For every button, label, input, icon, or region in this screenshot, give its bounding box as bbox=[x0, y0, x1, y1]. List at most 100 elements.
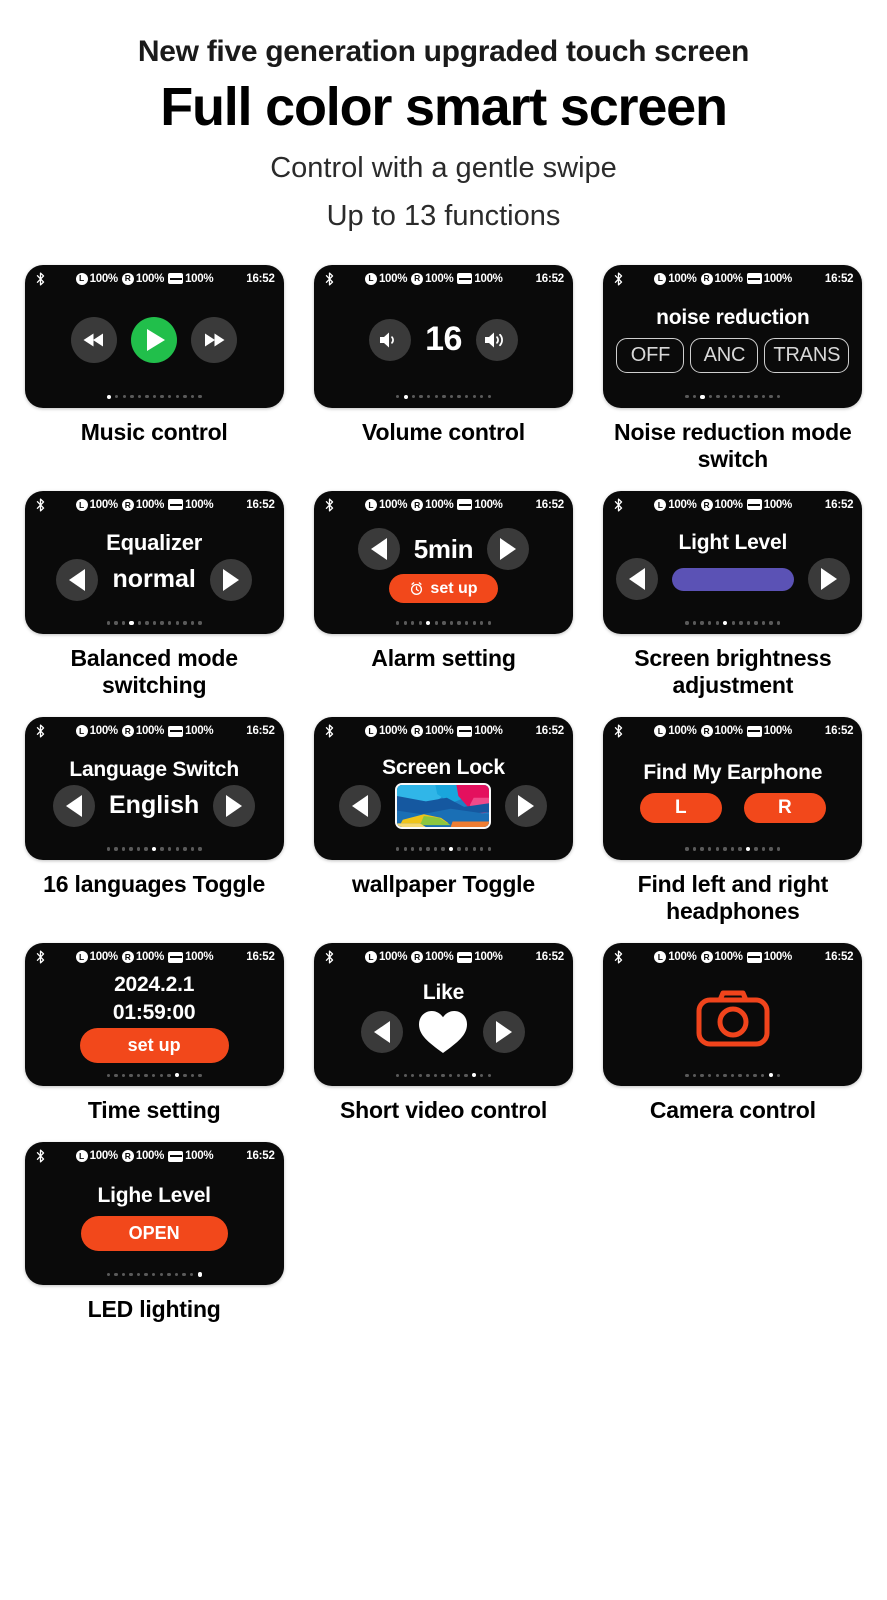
noise-mode-anc-button[interactable]: ANC bbox=[690, 338, 759, 374]
noise-mode-trans-button[interactable]: TRANS bbox=[764, 338, 850, 374]
device-screen-alarm-setting[interactable]: L 100% R 100% 100% 16:52 5min set up bbox=[313, 490, 573, 634]
wallpaper-next-button[interactable] bbox=[505, 784, 548, 827]
page-dot bbox=[723, 1073, 727, 1078]
right-earbud-badge: R bbox=[121, 725, 134, 738]
right-earbud-percent: 100% bbox=[135, 1150, 165, 1163]
volume-down-icon bbox=[380, 332, 395, 348]
camera-icon[interactable] bbox=[695, 986, 771, 1050]
fast-forward-button[interactable] bbox=[191, 316, 238, 363]
right-earbud-percent: 100% bbox=[425, 498, 454, 511]
short-video-prev-button[interactable] bbox=[361, 1010, 404, 1053]
left-earbud-percent: 100% bbox=[668, 272, 697, 285]
page-dot bbox=[434, 621, 438, 625]
page-dot bbox=[769, 621, 773, 625]
right-earbud-percent: 100% bbox=[425, 725, 454, 738]
rewind-button[interactable] bbox=[71, 316, 118, 363]
device-screen-short-video[interactable]: L 100% R 100% 100% 16:52 Like bbox=[313, 943, 573, 1087]
battery-icon bbox=[457, 273, 473, 285]
card-caption: LED lighting bbox=[87, 1296, 221, 1323]
screen-body: 5min set up bbox=[314, 512, 573, 620]
left-earbud-badge: L bbox=[364, 725, 377, 738]
heart-icon[interactable] bbox=[417, 1008, 469, 1056]
page-dot bbox=[129, 620, 134, 625]
screen-body: Find My Earphone L R bbox=[603, 738, 862, 846]
page-dot bbox=[708, 1073, 712, 1078]
equalizer-prev-button[interactable] bbox=[56, 558, 99, 601]
page-dot bbox=[700, 621, 704, 625]
case-battery-percent: 100% bbox=[185, 725, 214, 738]
device-screen-equalizer[interactable]: L 100% R 100% 100% 16:52 Equalizer norma… bbox=[24, 490, 284, 634]
page-dot bbox=[715, 621, 719, 625]
find-left-earphone-button[interactable]: L bbox=[639, 793, 722, 824]
wallpaper-prev-button[interactable] bbox=[339, 784, 382, 827]
alarm-setup-button[interactable]: set up bbox=[389, 574, 498, 604]
bluetooth-icon bbox=[36, 1149, 44, 1163]
device-screen-language-switch[interactable]: L 100% R 100% 100% 16:52 Language Switch… bbox=[24, 717, 284, 861]
bluetooth-icon bbox=[325, 272, 334, 286]
page-dot bbox=[738, 847, 742, 851]
noise-mode-off-button[interactable]: OFF bbox=[616, 338, 685, 374]
page-dot bbox=[457, 847, 461, 851]
page-dot bbox=[754, 847, 758, 851]
brightness-slider[interactable] bbox=[671, 567, 794, 591]
right-earbud-battery: R 100% bbox=[411, 498, 454, 511]
led-open-button[interactable]: OPEN bbox=[80, 1215, 228, 1252]
case-battery: 100% bbox=[457, 499, 503, 511]
device-screen-music-control[interactable]: L 100% R 100% 100% 16:52 bbox=[24, 264, 284, 408]
find-right-earphone-button[interactable]: R bbox=[743, 793, 826, 824]
page-dot bbox=[137, 394, 142, 399]
screen-lock-title: Screen Lock bbox=[382, 755, 505, 779]
time-setting-time: 01:59:00 bbox=[112, 1000, 196, 1024]
right-earbud-badge: R bbox=[411, 951, 424, 964]
left-earbud-badge: L bbox=[364, 951, 377, 964]
right-earbud-battery: R 100% bbox=[121, 272, 164, 285]
language-next-button[interactable] bbox=[213, 784, 256, 827]
device-screen-camera-control[interactable]: L 100% R 100% 100% 16:52 bbox=[603, 943, 863, 1087]
page-dot bbox=[168, 621, 172, 625]
card-caption: Find left and right headphones bbox=[637, 871, 829, 925]
alarm-setup-label: set up bbox=[430, 580, 478, 598]
time-setup-button[interactable]: set up bbox=[79, 1027, 229, 1064]
page-dot bbox=[745, 847, 751, 852]
page-dot bbox=[457, 394, 461, 399]
page-dot bbox=[708, 621, 712, 625]
device-screen-brightness[interactable]: L 100% R 100% 100% 16:52 Light Level bbox=[603, 490, 863, 634]
page-dot bbox=[456, 1073, 460, 1078]
battery-icon bbox=[168, 499, 184, 511]
page-dot bbox=[106, 621, 110, 625]
battery-icon bbox=[457, 725, 473, 737]
volume-up-button[interactable] bbox=[475, 318, 518, 361]
page-dot bbox=[190, 1073, 195, 1078]
status-bar-time: 16:52 bbox=[535, 498, 565, 511]
page-dots bbox=[25, 846, 284, 860]
fast-forward-icon bbox=[205, 333, 225, 347]
bluetooth-icon bbox=[615, 950, 623, 964]
play-button[interactable] bbox=[131, 316, 178, 363]
page-dot bbox=[448, 1073, 453, 1078]
language-prev-button[interactable] bbox=[53, 784, 95, 827]
brightness-increase-button[interactable] bbox=[807, 558, 850, 601]
page-dot bbox=[198, 621, 202, 625]
device-screen-volume-control[interactable]: L 100% R 100% 100% 16:52 16 bbox=[313, 264, 573, 408]
wallpaper-image bbox=[397, 784, 490, 827]
left-earbud-percent: 100% bbox=[89, 951, 119, 964]
device-screen-screen-lock[interactable]: L 100% R 100% 100% 16:52 Screen Lock bbox=[313, 717, 573, 861]
device-screen-find-my-earphone[interactable]: L 100% R 100% 100% 16:52 Find My Earphon… bbox=[603, 717, 863, 861]
device-screen-time-setting[interactable]: L 100% R 100% 100% 16:52 2024.2.1 01:59:… bbox=[24, 943, 284, 1087]
wallpaper-thumbnail[interactable] bbox=[395, 782, 492, 829]
left-earbud-percent: 100% bbox=[378, 272, 408, 285]
device-screen-noise-reduction[interactable]: L 100% R 100% 100% 16:52 noise reduction… bbox=[603, 264, 863, 408]
page-dot bbox=[403, 621, 407, 625]
page-dot bbox=[144, 1272, 148, 1277]
page-dot bbox=[175, 621, 179, 625]
case-battery: 100% bbox=[168, 499, 214, 511]
volume-down-button[interactable] bbox=[369, 318, 412, 361]
alarm-prev-button[interactable] bbox=[357, 528, 400, 571]
alarm-next-button[interactable] bbox=[487, 528, 530, 571]
equalizer-next-button[interactable] bbox=[209, 558, 252, 601]
case-battery: 100% bbox=[457, 951, 503, 963]
device-screen-led-lighting[interactable]: L 100% R 100% 100% 16:52 Lighe Level OPE… bbox=[24, 1142, 284, 1286]
brightness-decrease-button[interactable] bbox=[615, 558, 658, 601]
chevron-right-icon bbox=[226, 794, 243, 817]
short-video-next-button[interactable] bbox=[483, 1010, 526, 1053]
